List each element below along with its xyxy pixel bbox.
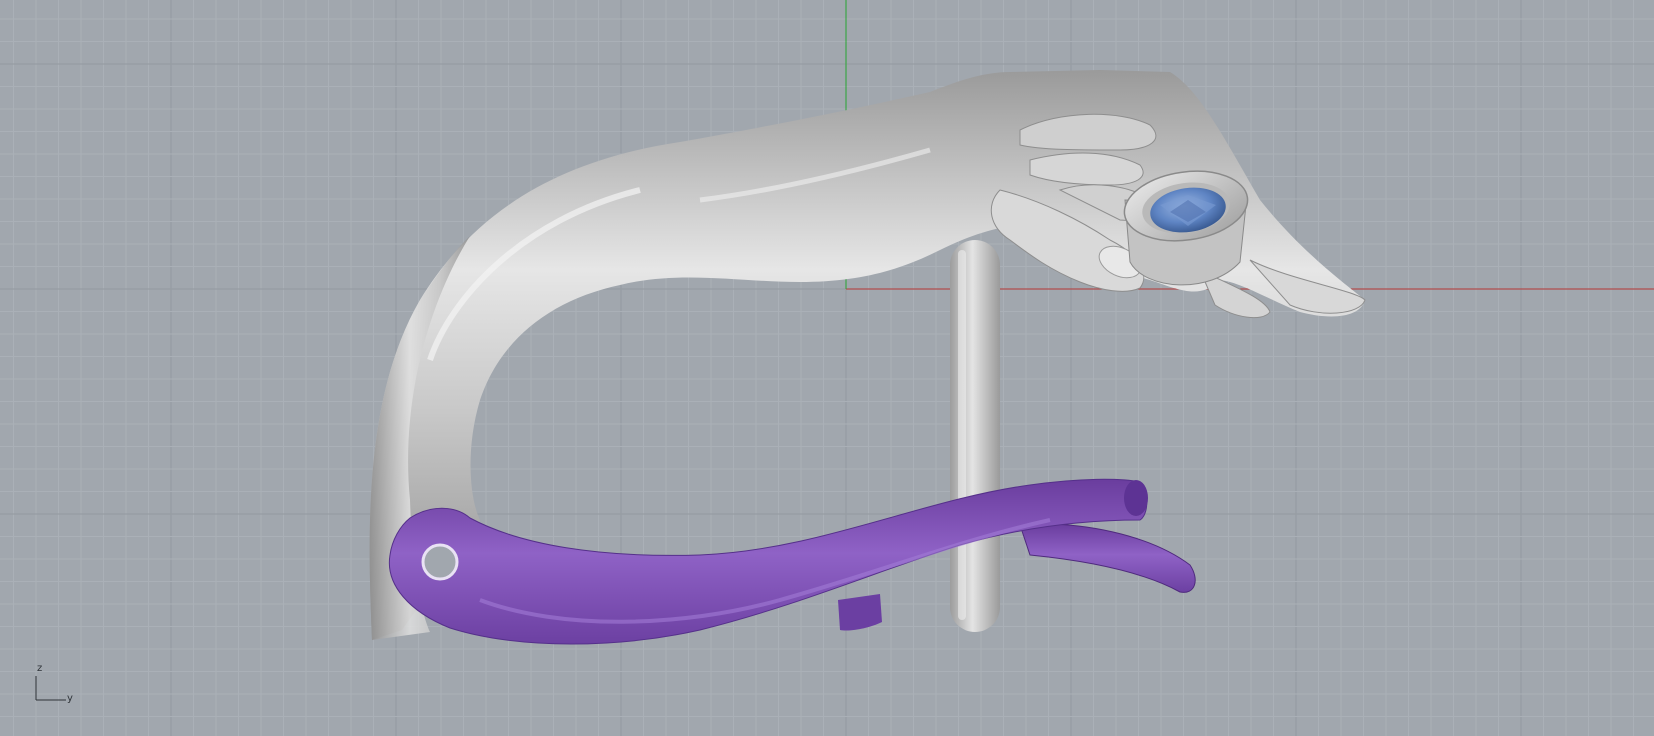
- purple-lever[interactable]: [388, 478, 1196, 645]
- viewport-canvas[interactable]: [0, 0, 1654, 736]
- perspective-viewport[interactable]: z y: [0, 0, 1654, 736]
- axis-y-label: y: [67, 693, 73, 704]
- vertical-pin[interactable]: [950, 240, 1000, 632]
- lever-pivot-hole[interactable]: [421, 543, 459, 581]
- construction-grid: [0, 0, 1654, 736]
- axis-z-label: z: [37, 663, 43, 674]
